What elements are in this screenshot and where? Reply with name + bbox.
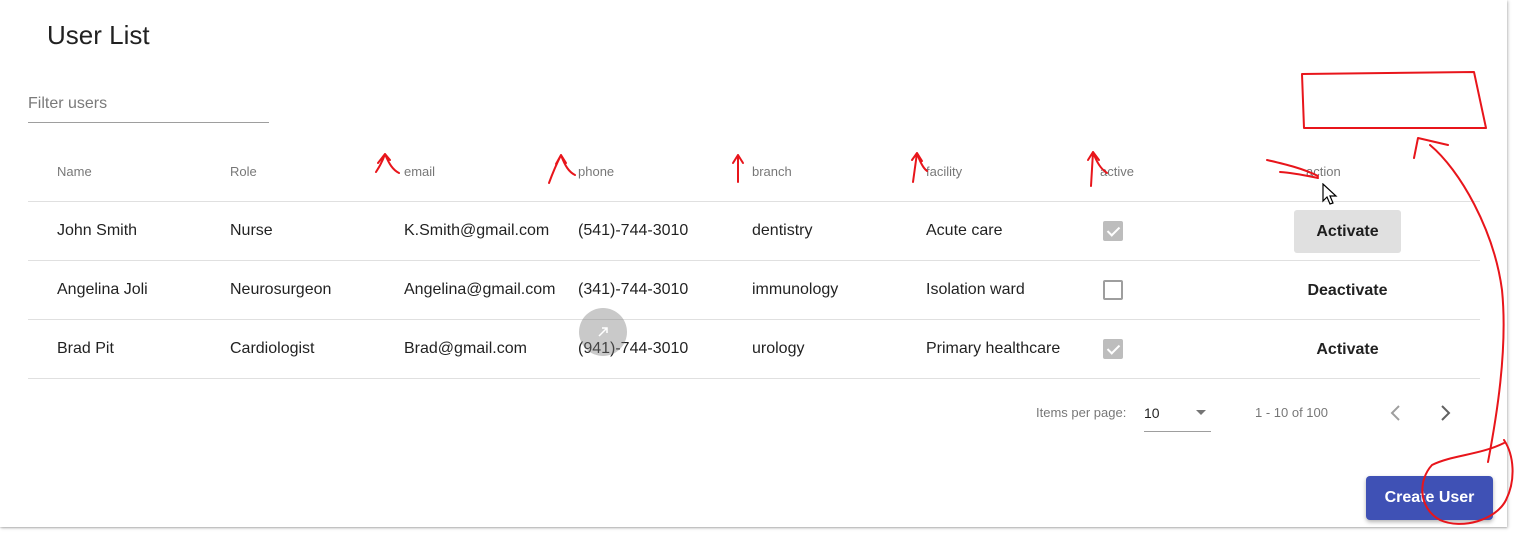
page-range-label: 1 - 10 of 100: [1255, 405, 1328, 420]
column-header-action[interactable]: action: [1274, 142, 1480, 202]
cell-action: Activate: [1274, 319, 1480, 379]
column-header-role[interactable]: Role: [230, 142, 404, 202]
column-header-facility[interactable]: facility: [926, 142, 1100, 202]
cell-branch: urology: [752, 319, 926, 379]
create-user-button[interactable]: Create User: [1366, 476, 1493, 520]
activate-button[interactable]: Activate: [1294, 209, 1401, 253]
mouse-cursor-icon: [1322, 183, 1338, 205]
chevron-left-icon: [1390, 405, 1400, 421]
cell-name: Angelina Joli: [28, 260, 230, 320]
cell-email: Angelina@gmail.com: [404, 260, 578, 320]
users-table: Name Role email phone branch facility ac…: [28, 142, 1480, 379]
next-page-button[interactable]: [1433, 401, 1457, 425]
cell-role: Neurosurgeon: [230, 260, 404, 320]
expand-overlay[interactable]: [579, 308, 627, 356]
expand-icon: [598, 327, 608, 337]
cell-role: Cardiologist: [230, 319, 404, 379]
cell-branch: immunology: [752, 260, 926, 320]
chevron-right-icon: [1441, 405, 1451, 421]
active-checkbox[interactable]: [1103, 339, 1123, 359]
items-per-page-label: Items per page:: [1036, 405, 1127, 420]
cell-active: [1100, 201, 1274, 261]
column-header-phone[interactable]: phone: [578, 142, 752, 202]
paginator: Items per page: 10 1 - 10 of 100: [0, 398, 1480, 432]
cell-phone: (541)-744-3010: [578, 201, 752, 261]
column-header-email[interactable]: email: [404, 142, 578, 202]
table-row: John Smith Nurse K.Smith@gmail.com (541)…: [28, 201, 1480, 261]
cell-role: Nurse: [230, 201, 404, 261]
cell-email: K.Smith@gmail.com: [404, 201, 578, 261]
activate-button[interactable]: Activate: [1294, 328, 1401, 371]
cell-facility: Primary healthcare: [926, 319, 1100, 379]
filter-users-field[interactable]: [28, 86, 269, 123]
table-header-row: Name Role email phone branch facility ac…: [28, 142, 1480, 202]
dropdown-arrow-icon: [1196, 410, 1206, 415]
cell-branch: dentistry: [752, 201, 926, 261]
cell-action: Deactivate: [1274, 260, 1480, 320]
page-size-value: 10: [1144, 405, 1160, 421]
cell-active: [1100, 319, 1274, 379]
cell-facility: Isolation ward: [926, 260, 1100, 320]
active-checkbox[interactable]: [1103, 221, 1123, 241]
cell-email: Brad@gmail.com: [404, 319, 578, 379]
cell-facility: Acute care: [926, 201, 1100, 261]
column-header-active[interactable]: active: [1100, 142, 1274, 202]
cell-active: [1100, 260, 1274, 320]
active-checkbox[interactable]: [1103, 280, 1123, 300]
column-header-name[interactable]: Name: [28, 142, 230, 202]
table-row: Brad Pit Cardiologist Brad@gmail.com (94…: [28, 319, 1480, 379]
column-header-branch[interactable]: branch: [752, 142, 926, 202]
table-row: Angelina Joli Neurosurgeon Angelina@gmai…: [28, 260, 1480, 320]
deactivate-button[interactable]: Deactivate: [1294, 269, 1401, 312]
page-size-select[interactable]: 10: [1144, 398, 1211, 432]
previous-page-button[interactable]: [1384, 401, 1408, 425]
page-title: User List: [47, 20, 150, 50]
filter-users-input[interactable]: [28, 86, 269, 119]
cell-action: Activate: [1274, 201, 1480, 261]
cell-name: Brad Pit: [28, 319, 230, 379]
cell-name: John Smith: [28, 201, 230, 261]
